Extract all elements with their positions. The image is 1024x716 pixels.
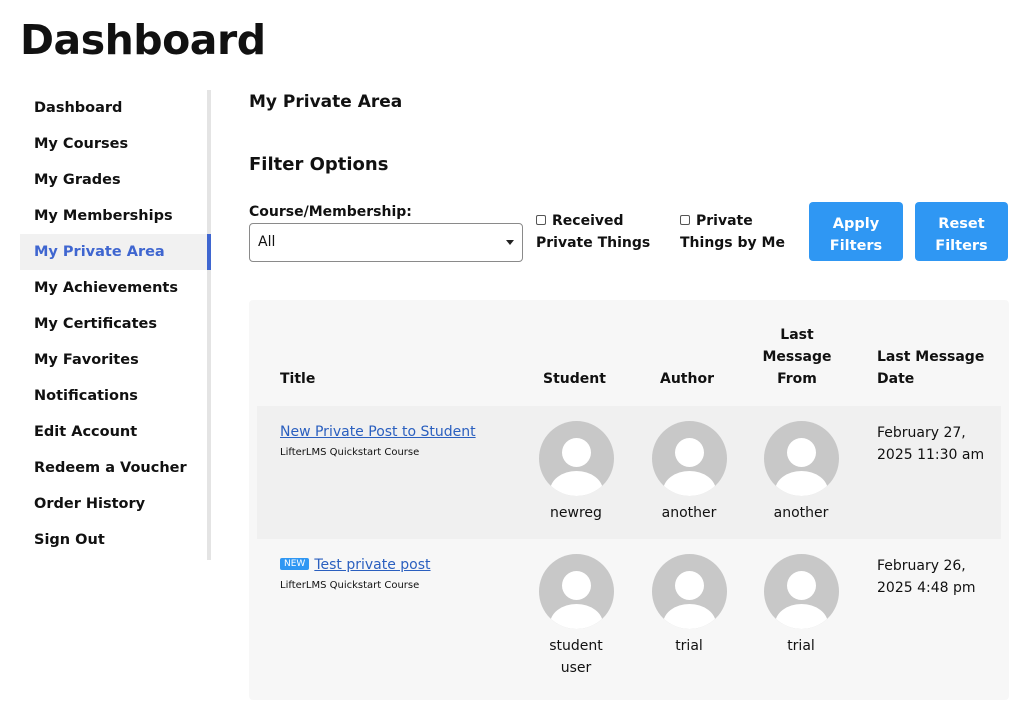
- header-last-from-2: Message: [762, 349, 832, 365]
- student-name: student user: [531, 635, 621, 679]
- apply-label-2: Filters: [829, 238, 883, 254]
- author-avatar: [652, 554, 727, 629]
- sidebar-item-edit-account[interactable]: Edit Account: [20, 414, 207, 450]
- header-last-from-3: From: [777, 371, 817, 387]
- date-line-1: February 27,: [877, 425, 966, 441]
- header-last-date: Last Message Date: [877, 346, 984, 390]
- last-from-avatar: [764, 421, 839, 496]
- header-last-from: Last Message From: [752, 324, 842, 390]
- table-row: NEW Test private post LifterLMS Quickstar…: [257, 539, 1001, 689]
- author-name: trial: [675, 638, 703, 654]
- student-name-1: student: [549, 638, 603, 654]
- last-from-avatar: [764, 554, 839, 629]
- header-last-from-1: Last: [780, 327, 814, 343]
- header-author: Author: [660, 371, 714, 387]
- sidebar-item-order-history[interactable]: Order History: [20, 486, 207, 522]
- student-name-2: user: [560, 660, 592, 676]
- private-posts-table: Title Student Author Last Message From L…: [249, 300, 1009, 700]
- by-me-filter[interactable]: Private Things by Me: [680, 210, 785, 254]
- by-me-checkbox[interactable]: [680, 215, 690, 225]
- post-course: LifterLMS Quickstart Course: [280, 580, 420, 591]
- main-content: My Private Area Filter Options Course/Me…: [249, 0, 1009, 716]
- apply-label-1: Apply: [832, 216, 880, 232]
- last-message-date: February 26, 2025 4:48 pm: [877, 555, 976, 599]
- received-label-2: Private Things: [536, 235, 651, 251]
- by-me-label-2: Things by Me: [680, 235, 785, 251]
- chevron-down-icon: [506, 240, 514, 245]
- author-avatar: [652, 421, 727, 496]
- apply-filters-button[interactable]: Apply Filters: [809, 202, 903, 261]
- post-title-cell: NEW Test private post: [280, 557, 431, 573]
- reset-label-2: Filters: [935, 238, 988, 254]
- header-last-date-2: Date: [877, 371, 915, 387]
- received-label-1: Received: [552, 213, 624, 229]
- course-filter-label: Course/Membership:: [249, 204, 412, 220]
- filter-title: Filter Options: [249, 154, 389, 175]
- page-title: Dashboard: [20, 16, 266, 64]
- sidebar-item-my-courses[interactable]: My Courses: [20, 126, 207, 162]
- student-avatar: [539, 421, 614, 496]
- course-select-value: All: [258, 234, 276, 250]
- sidebar-item-notifications[interactable]: Notifications: [20, 378, 207, 414]
- date-line-1: February 26,: [877, 558, 966, 574]
- sidebar-item-my-certificates[interactable]: My Certificates: [20, 306, 207, 342]
- last-message-date: February 27, 2025 11:30 am: [877, 422, 984, 466]
- reset-label-1: Reset: [938, 216, 985, 232]
- student-avatar: [539, 554, 614, 629]
- sidebar-item-my-achievements[interactable]: My Achievements: [20, 270, 207, 306]
- sidebar-item-dashboard[interactable]: Dashboard: [20, 90, 207, 126]
- sidebar-item-my-favorites[interactable]: My Favorites: [20, 342, 207, 378]
- table-row: New Private Post to Student LifterLMS Qu…: [257, 406, 1001, 539]
- sidebar-item-my-grades[interactable]: My Grades: [20, 162, 207, 198]
- section-title: My Private Area: [249, 92, 403, 112]
- header-title: Title: [280, 371, 316, 387]
- sidebar-item-redeem-voucher[interactable]: Redeem a Voucher: [20, 450, 207, 486]
- post-title-link[interactable]: Test private post: [314, 557, 430, 573]
- date-line-2: 2025 11:30 am: [877, 447, 985, 463]
- header-student: Student: [543, 371, 606, 387]
- author-name: another: [661, 505, 717, 521]
- by-me-label-1: Private: [696, 213, 753, 229]
- header-last-date-1: Last Message: [877, 349, 985, 365]
- last-from-name: trial: [787, 638, 815, 654]
- date-line-2: 2025 4:48 pm: [877, 580, 976, 596]
- sidebar-item-my-memberships[interactable]: My Memberships: [20, 198, 207, 234]
- new-badge: NEW: [280, 558, 310, 570]
- sidebar-item-sign-out[interactable]: Sign Out: [20, 522, 207, 558]
- received-checkbox[interactable]: [536, 215, 546, 225]
- student-name: newreg: [550, 505, 602, 521]
- received-filter[interactable]: Received Private Things: [536, 210, 650, 254]
- last-from-name: another: [773, 505, 829, 521]
- post-title-link[interactable]: New Private Post to Student: [280, 424, 476, 440]
- sidebar-nav: Dashboard My Courses My Grades My Member…: [20, 90, 211, 560]
- course-select[interactable]: All: [249, 223, 523, 262]
- reset-filters-button[interactable]: Reset Filters: [915, 202, 1008, 261]
- post-course: LifterLMS Quickstart Course: [280, 447, 420, 458]
- sidebar-item-my-private-area[interactable]: My Private Area: [20, 234, 211, 270]
